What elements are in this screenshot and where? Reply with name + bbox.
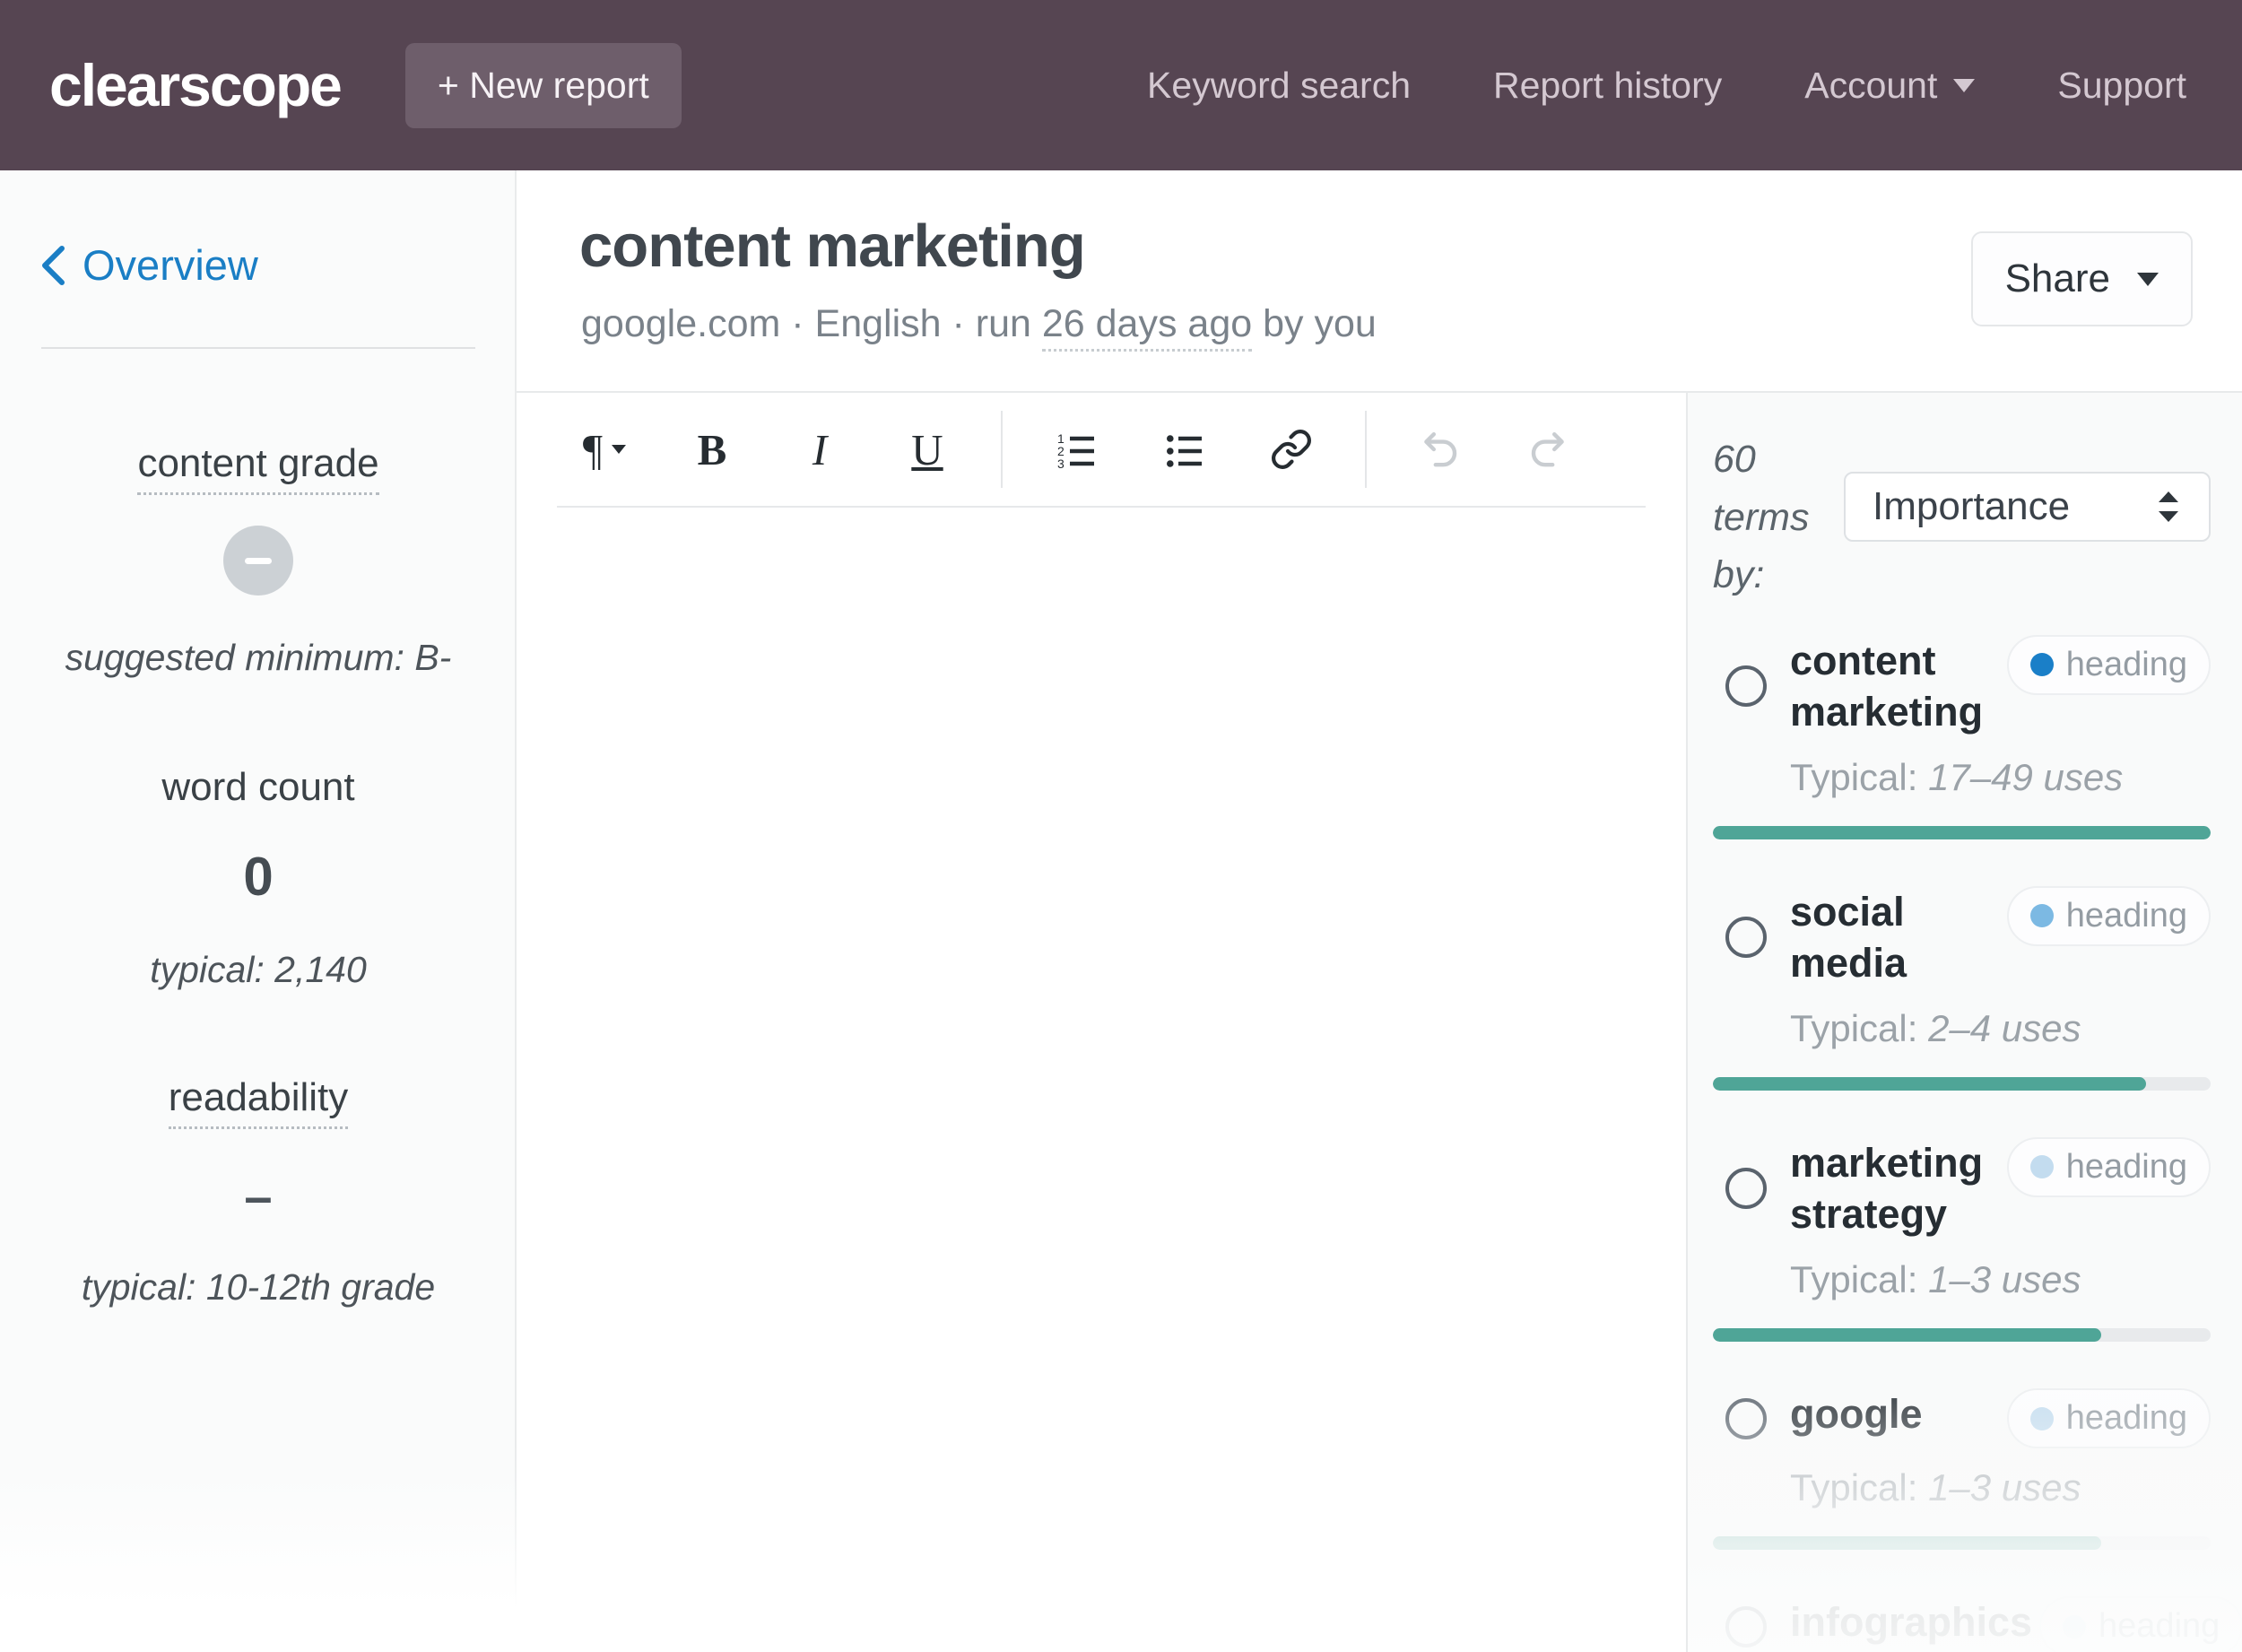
share-button[interactable]: Share	[1970, 231, 2193, 326]
term-radio[interactable]	[1725, 1397, 1767, 1439]
underline-icon: U	[911, 424, 943, 474]
term-progress	[1713, 1536, 2211, 1551]
top-nav: clearscope + New report Keyword search R…	[0, 0, 2242, 170]
chevron-down-icon	[1953, 78, 1976, 92]
content-grade-badge	[223, 526, 293, 596]
undo-icon	[1424, 432, 1457, 467]
run-date-link[interactable]: 26 days ago	[1041, 302, 1253, 352]
readability-stat: readability – typical: 10-12th grade	[0, 1075, 517, 1309]
term-radio[interactable]	[1725, 917, 1767, 959]
bullet-list-button[interactable]	[1130, 408, 1238, 491]
heading-dot-icon	[2029, 904, 2054, 928]
word-count-stat: word count 0 typical: 2,140	[0, 765, 517, 991]
term-name: infographics	[1790, 1599, 2033, 1646]
terms-count-label: 60 terms by:	[1713, 438, 1810, 596]
italic-icon: I	[812, 424, 828, 474]
svg-text:3: 3	[1057, 456, 1065, 471]
word-count-note: typical: 2,140	[150, 949, 367, 990]
underline-button[interactable]: U	[873, 408, 981, 491]
heading-dot-icon	[2029, 653, 2054, 676]
content-grade-stat: content grade suggested minimum: B-	[0, 441, 517, 679]
term-list: content marketing heading Typical: 17–49…	[1713, 634, 2242, 1652]
readability-label[interactable]: readability	[168, 1075, 349, 1129]
heading-badge: heading	[2006, 885, 2211, 946]
toolbar-separator	[1365, 411, 1367, 488]
stats-block: content grade suggested minimum: B- word…	[0, 441, 517, 1309]
typical-uses: Typical: 17–49 uses	[1790, 755, 2124, 798]
terms-sidebar: 60 terms by: Importance content marketin…	[1686, 393, 2242, 1652]
readability-note: typical: 10-12th grade	[81, 1266, 436, 1308]
heading-badge: heading	[2039, 1596, 2242, 1652]
rail-divider	[41, 347, 475, 349]
italic-button[interactable]: I	[766, 408, 873, 491]
toolbar-separator	[1001, 411, 1003, 488]
editor-pane: ¶ B I U 1 2 3	[517, 393, 1686, 1652]
bullet-list-icon	[1167, 435, 1202, 467]
clearscope-logo[interactable]: clearscope	[49, 51, 343, 119]
heading-badge: heading	[2006, 1136, 2211, 1197]
term-radio[interactable]	[1725, 665, 1767, 708]
term-progress	[1713, 1076, 2211, 1091]
term-name: marketing strategy	[1790, 1139, 1984, 1238]
ordered-list-icon: 1 2 3	[1057, 431, 1094, 471]
heading-dot-icon	[2029, 1155, 2054, 1179]
stats-sidebar: Overview content grade suggested minimum…	[0, 170, 517, 1652]
editor-canvas[interactable]	[517, 508, 1686, 1652]
chevron-down-icon	[2137, 272, 2159, 286]
term-item: marketing strategy heading Typical: 1–3 …	[1713, 1136, 2211, 1343]
term-progress	[1713, 825, 2211, 839]
body-layout: Overview content grade suggested minimum…	[0, 170, 2242, 1652]
new-report-button[interactable]: + New report	[404, 42, 682, 128]
heading-badge: heading	[2006, 1388, 2211, 1449]
word-count-label: word count	[161, 765, 355, 809]
nav-report-history[interactable]: Report history	[1493, 65, 1722, 107]
undo-button[interactable]	[1386, 408, 1494, 491]
workspace: ¶ B I U 1 2 3 60 terms by: Importance co…	[517, 393, 2242, 1652]
main-column: content marketing google.com · English ·…	[517, 170, 2242, 1652]
redo-icon	[1531, 432, 1564, 467]
main-nav: Keyword search Report history Account Su…	[1147, 65, 2186, 107]
sort-by-select[interactable]: Importance	[1844, 472, 2211, 542]
term-radio[interactable]	[1725, 1605, 1767, 1648]
term-item: content marketing heading Typical: 17–49…	[1713, 634, 2211, 839]
sort-arrows-icon	[2159, 491, 2178, 522]
typical-uses: Typical: 1–3 uses	[1790, 1258, 2081, 1301]
heading-badge: heading	[2006, 634, 2211, 695]
readability-value: –	[244, 1168, 273, 1224]
link-icon	[1272, 430, 1311, 469]
paragraph-style-button[interactable]: ¶	[551, 408, 658, 491]
pilcrow-icon: ¶	[582, 424, 604, 474]
clearscope-app: clearscope + New report Keyword search R…	[0, 0, 2242, 1652]
word-count-value: 0	[243, 847, 274, 907]
term-name: social media	[1790, 888, 1907, 987]
link-button[interactable]	[1238, 408, 1345, 491]
typical-uses: Typical: 2–4 uses	[1790, 1006, 2081, 1049]
editor-toolbar: ¶ B I U 1 2 3	[517, 393, 1686, 506]
term-item: social media heading Typical: 2–4 uses	[1713, 885, 2211, 1091]
term-progress	[1713, 1328, 2211, 1343]
bold-button[interactable]: B	[658, 408, 766, 491]
dash-icon	[245, 557, 272, 564]
ordered-list-button[interactable]: 1 2 3	[1022, 408, 1130, 491]
content-grade-note: suggested minimum: B-	[65, 637, 452, 678]
nav-keyword-search[interactable]: Keyword search	[1147, 65, 1411, 107]
redo-button[interactable]	[1494, 408, 1602, 491]
typical-uses: Typical: 1–3 uses	[1790, 1466, 2081, 1509]
chevron-left-icon	[42, 245, 65, 285]
nav-support[interactable]: Support	[2057, 65, 2186, 107]
terms-header: 60 terms by: Importance	[1713, 430, 2211, 604]
nav-account-menu[interactable]: Account	[1804, 65, 1976, 107]
report-header: content marketing google.com · English ·…	[517, 170, 2242, 393]
term-radio[interactable]	[1725, 1168, 1767, 1210]
content-grade-label[interactable]: content grade	[137, 441, 379, 495]
term-item: infographics heading Typical: 1–3 uses	[1713, 1596, 2242, 1652]
term-name: google	[1790, 1391, 1923, 1438]
heading-dot-icon	[2063, 1614, 2087, 1639]
heading-dot-icon	[2029, 1406, 2054, 1430]
bold-icon: B	[697, 424, 727, 474]
term-item: google heading Typical: 1–3 uses	[1713, 1388, 2211, 1551]
term-name: content marketing	[1790, 637, 1984, 735]
chevron-down-icon	[612, 445, 627, 454]
back-to-overview-link[interactable]: Overview	[41, 240, 517, 290]
